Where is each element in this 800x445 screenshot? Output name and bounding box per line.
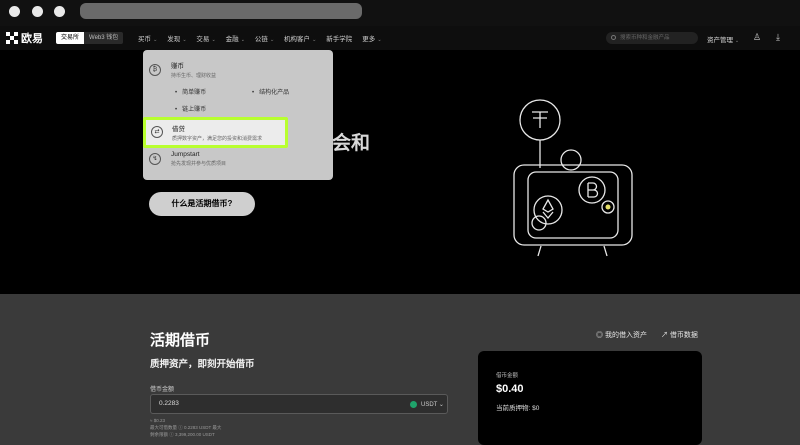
window-zoom-dot[interactable] [54, 6, 65, 17]
asset-menu[interactable]: 资产管理 ⌄ [707, 34, 739, 44]
window-close-dot[interactable] [9, 6, 20, 17]
dropdown-sub-onchain-earn[interactable]: 链上赚币 [175, 104, 206, 113]
amount-value: 0.2283 [159, 400, 179, 407]
borrow-amount-input[interactable]: 0.2283 USDT ⌄ [150, 394, 448, 414]
loan-data-link[interactable]: ↗ 借币数据 [661, 330, 698, 340]
site-logo[interactable]: 欧易 [6, 31, 43, 45]
search-icon [611, 35, 616, 40]
what-is-flexible-loan-button[interactable]: 什么是活期借币? [149, 192, 255, 216]
mode-wallet-tab[interactable]: Web3 钱包 [84, 32, 124, 44]
dropdown-sub-structured[interactable]: 结构化产品 [252, 87, 289, 96]
loan-icon: ⇄ [151, 126, 163, 138]
dropdown-item-earn[interactable]: 赚币 持币生币、理财收益 [171, 60, 216, 79]
card-value: $0.40 [496, 383, 524, 395]
section-title: 活期借币 [150, 332, 211, 349]
user-icon[interactable]: ♙ [753, 33, 762, 42]
card-collateral: 当前质押物: $0 [496, 405, 540, 412]
hero-illustration [513, 99, 633, 257]
screen: 欧易 交易所 Web3 钱包 买币 ⌄ 发现 ⌄ 交易 ⌄ 金融 ⌄ 公链 ⌄ 机构客户 ⌄… [0, 0, 800, 445]
menu-item-academy[interactable]: 新手学院 [326, 33, 352, 43]
menu-item-buy[interactable]: 买币 ⌄ [138, 33, 157, 43]
window-minimize-dot[interactable] [32, 6, 43, 17]
chart-icon: ↗ [660, 332, 668, 339]
menu-item-trade[interactable]: 交易 ⌄ [196, 33, 215, 43]
loan-desc: 质押数字资产，满足您的投资和消费需求 [172, 136, 263, 142]
dropdown-item-loan[interactable]: ⇄ 借贷 质押数字资产，满足您的投资和消费需求 [143, 117, 288, 148]
browser-toolbar [0, 0, 800, 26]
menu-item-discover[interactable]: 发现 ⌄ [167, 33, 186, 43]
mode-switch: 交易所 Web3 钱包 [56, 32, 124, 44]
usdt-coin-icon [410, 401, 417, 408]
dropdown-sub-simple-earn[interactable]: 简单赚币 [175, 87, 206, 96]
okx-logo-icon [6, 32, 18, 44]
my-loans-link[interactable]: ◎ 我的借入资产 [596, 330, 647, 340]
loan-item-text: 借贷 质押数字资产，满足您的投资和消费需求 [172, 123, 262, 142]
section-subtitle: 质押资产，即刻开始借币 [150, 359, 255, 370]
address-bar[interactable] [80, 3, 362, 19]
card-label: 借币金额 [496, 373, 519, 379]
finance-dropdown: ₿ 赚币 持币生币、理财收益 简单赚币 结构化产品 链上赚币 ↯ Jumpsta… [143, 50, 333, 180]
section-links: ◎ 我的借入资产 ↗ 借币数据 [596, 330, 698, 340]
amount-usd-estimate: ≈ $0.23 [150, 418, 165, 423]
dropdown-item-jumpstart[interactable]: Jumpstart 抢先发现并参与优质项目 [171, 151, 226, 167]
remaining-limit-info: 剩余限额 ⓘ 3,399,200.00 USDT [150, 432, 215, 437]
amount-label: 借币金额 [150, 387, 175, 393]
search-input[interactable]: 搜索币种和金融产品 [606, 32, 698, 44]
loan-title: 借贷 [172, 126, 185, 133]
jumpstart-icon: ↯ [149, 153, 161, 165]
wallet-icon: ◎ [596, 332, 603, 339]
hero-section: 会和 什么是活期借币? [0, 50, 800, 294]
main-menu: 买币 ⌄ 发现 ⌄ 交易 ⌄ 金融 ⌄ 公链 ⌄ 机构客户 ⌄ 新手学院 更多 ⌄ [138, 33, 391, 43]
earn-icon: ₿ [149, 64, 161, 76]
search-placeholder: 搜索币种和金融产品 [620, 35, 670, 41]
download-icon[interactable]: ⤓ [776, 33, 785, 42]
mode-exchange-tab[interactable]: 交易所 [56, 32, 85, 44]
currency-select[interactable]: USDT ⌄ [421, 401, 444, 408]
flexible-loan-section: 活期借币 质押资产，即刻开始借币 ◎ 我的借入资产 ↗ 借币数据 借币金额 0.… [0, 294, 800, 445]
menu-item-more[interactable]: 更多 ⌄ [362, 33, 381, 43]
max-borrow-info: 最大可借数量 ⓘ 0.2283 USDT 最大 [150, 425, 222, 430]
loan-summary-card: 借币金额 $0.40 当前质押物: $0 [478, 351, 702, 445]
logo-text: 欧易 [21, 33, 43, 45]
top-navigation: 欧易 交易所 Web3 钱包 买币 ⌄ 发现 ⌄ 交易 ⌄ 金融 ⌄ 公链 ⌄ 机构客户 ⌄… [0, 26, 800, 50]
menu-item-finance[interactable]: 金融 ⌄ [226, 33, 245, 43]
menu-item-chain[interactable]: 公链 ⌄ [255, 33, 274, 43]
menu-item-institutional[interactable]: 机构客户 ⌄ [284, 33, 316, 43]
hero-title-fragment: 会和 [332, 133, 371, 154]
